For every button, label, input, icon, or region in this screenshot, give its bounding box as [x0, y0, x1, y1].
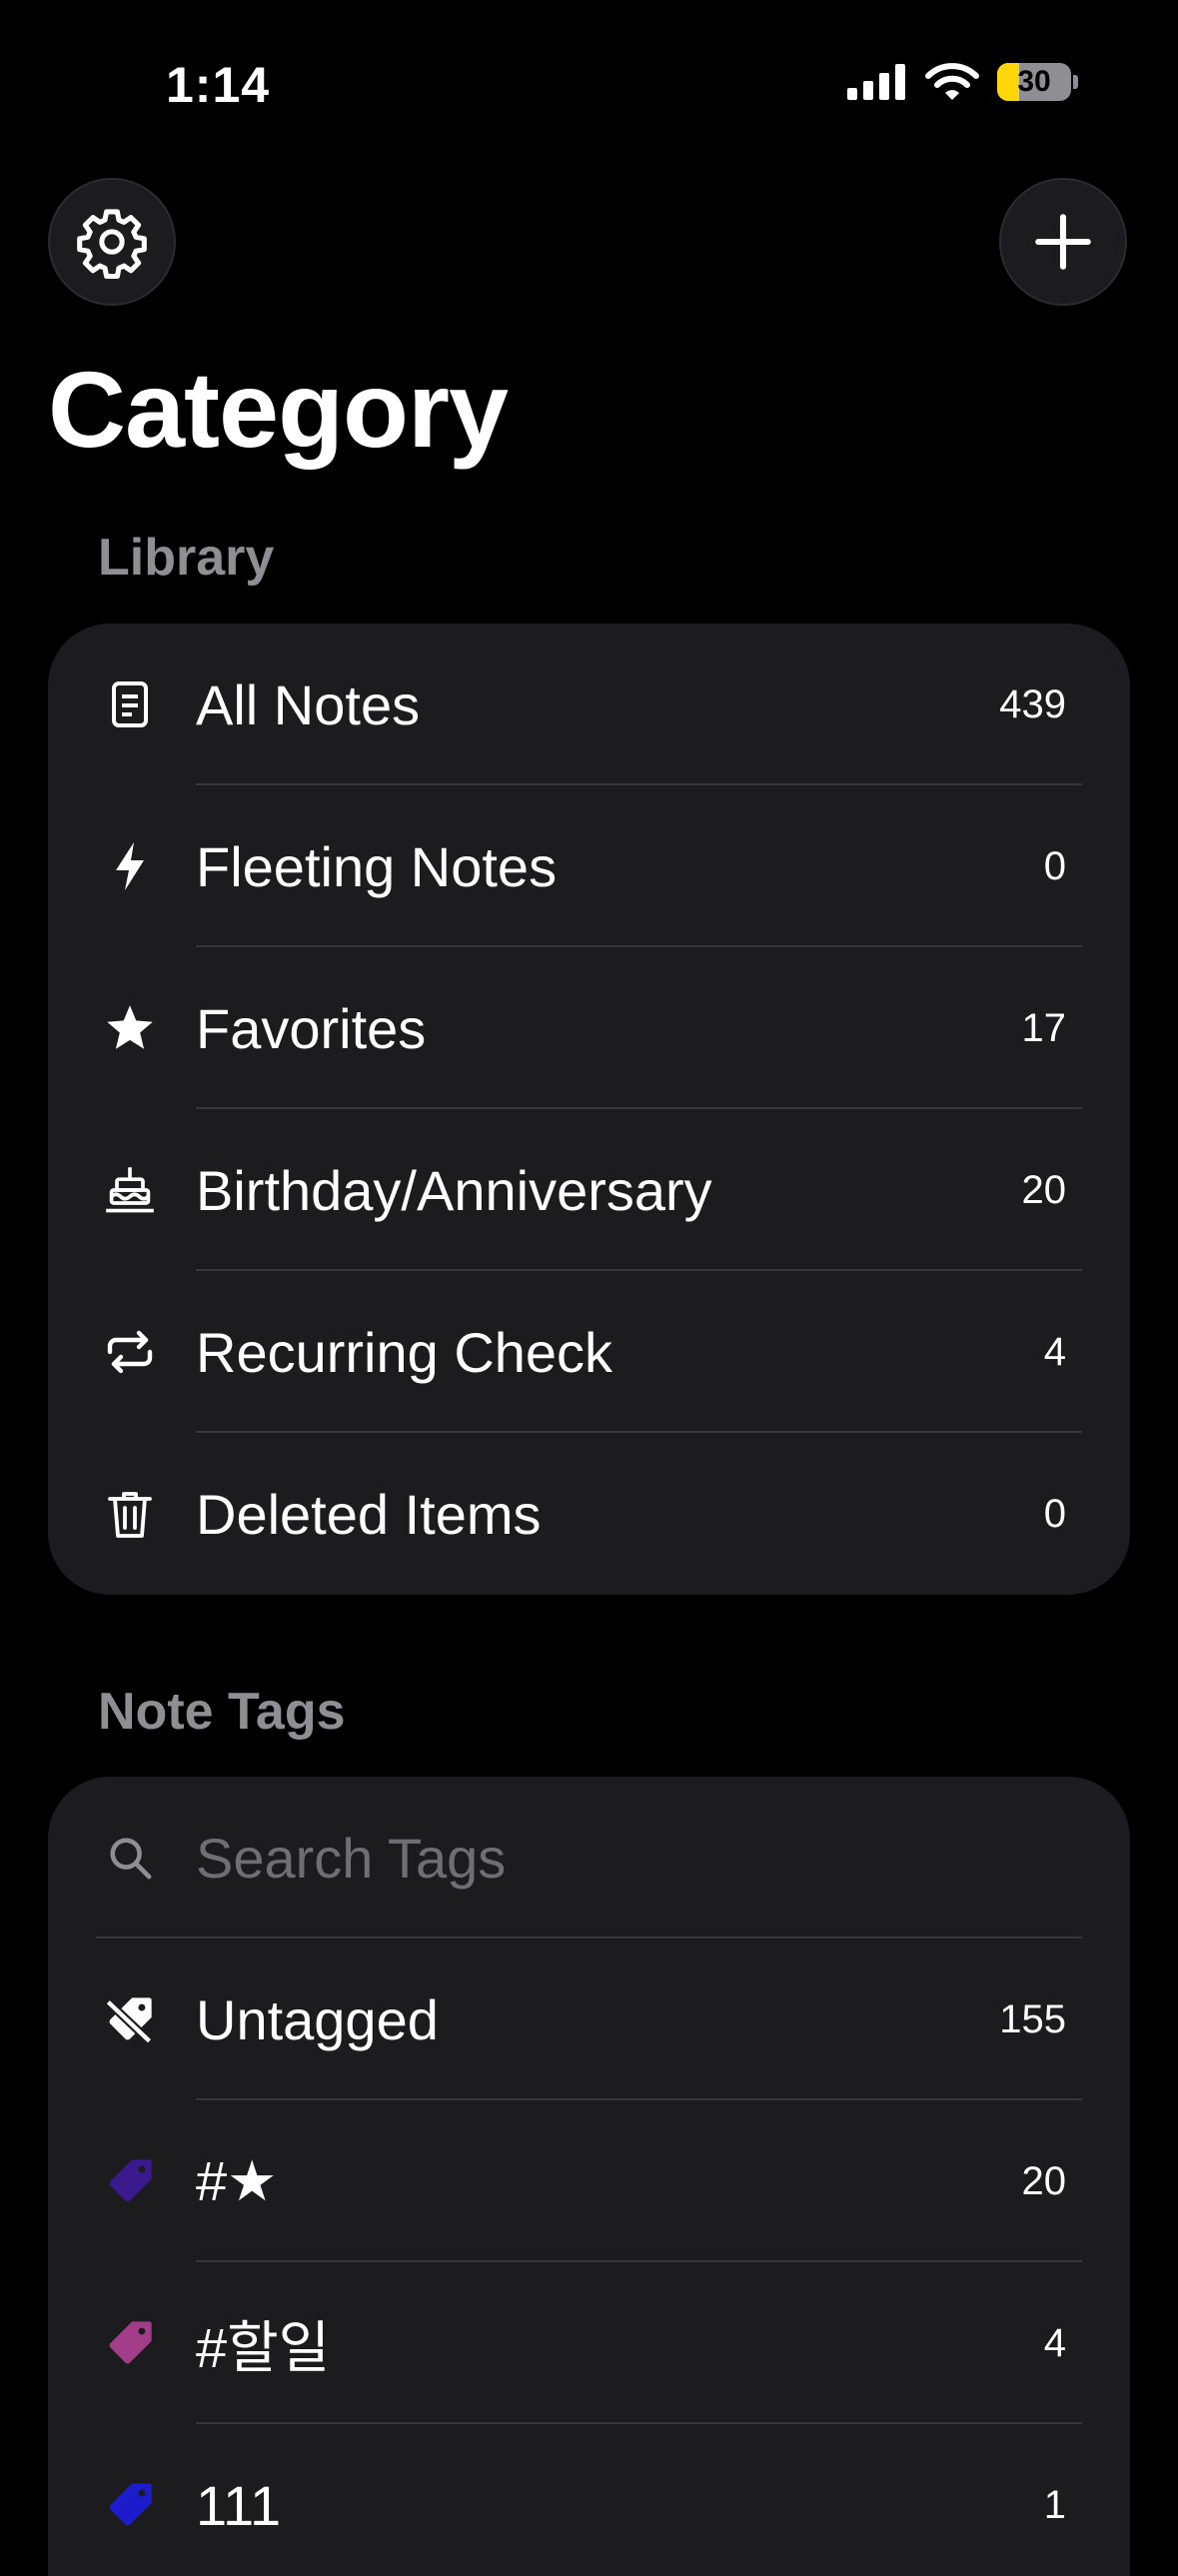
list-item-count: 20 — [1021, 1167, 1067, 1212]
tag-icon — [104, 2479, 156, 2531]
page-title: Category — [48, 349, 509, 470]
list-item-label: 111 — [196, 2473, 282, 2537]
search-icon — [104, 1832, 156, 1884]
library-item-deleted-items[interactable]: Deleted Items 0 — [48, 1433, 1130, 1595]
note-icon — [104, 678, 156, 730]
tag-item[interactable]: #할일 4 — [48, 2262, 1130, 2424]
list-item-count: 1 — [1043, 2482, 1066, 2527]
library-item-birthday-anniversary[interactable]: Birthday/Anniversary 20 — [48, 1109, 1130, 1271]
plus-icon — [1035, 214, 1091, 270]
list-item-count: 439 — [999, 681, 1066, 726]
library-item-all-notes[interactable]: All Notes 439 — [48, 624, 1130, 785]
tag-icon — [104, 2317, 156, 2369]
list-item-label: Fleeting Notes — [196, 834, 558, 898]
list-item-label: #할일 — [196, 2315, 331, 2379]
library-item-favorites[interactable]: Favorites 17 — [48, 947, 1130, 1109]
library-item-recurring-check[interactable]: Recurring Check 4 — [48, 1271, 1130, 1433]
battery-percentage: 30 — [1017, 65, 1051, 98]
list-item-count: 0 — [1043, 1491, 1066, 1536]
tag-icon — [104, 2155, 156, 2207]
note-tags-list: Search Tags Untagged 155 #★ 20 #할일 4 111… — [48, 1777, 1130, 2576]
list-item-label: All Notes — [196, 672, 421, 736]
note-tags-section-header: Note Tags — [98, 1683, 346, 1741]
bolt-icon — [104, 840, 156, 892]
list-item-count: 17 — [1021, 1005, 1067, 1050]
gear-icon — [77, 209, 147, 280]
repeat-icon — [104, 1326, 156, 1378]
library-list: All Notes 439 Fleeting Notes 0 Favorites… — [48, 624, 1130, 1595]
list-item-count: 0 — [1043, 843, 1066, 888]
tag-item[interactable]: 111 1 — [48, 2424, 1130, 2576]
trash-icon — [104, 1488, 156, 1540]
list-item-count: 155 — [999, 1996, 1066, 2041]
untagged-icon — [104, 1993, 156, 2045]
list-item-label: Untagged — [196, 1987, 439, 2051]
status-bar: 1:14 30 — [0, 0, 1178, 170]
tag-item[interactable]: #★ 20 — [48, 2100, 1130, 2262]
list-item-count: 4 — [1043, 2320, 1066, 2365]
list-item-count: 4 — [1043, 1329, 1066, 1374]
status-time: 1:14 — [166, 57, 271, 113]
library-item-fleeting-notes[interactable]: Fleeting Notes 0 — [48, 785, 1130, 947]
list-item-label: Recurring Check — [196, 1320, 613, 1384]
battery-indicator: 30 — [997, 63, 1071, 101]
library-section-header: Library — [98, 529, 275, 587]
star-icon — [104, 1002, 156, 1054]
wifi-icon — [925, 63, 979, 100]
list-item-count: 20 — [1021, 2158, 1067, 2203]
list-item-label: Birthday/Anniversary — [196, 1158, 712, 1222]
list-item-label: Favorites — [196, 996, 427, 1060]
cellular-signal-icon — [847, 64, 905, 100]
list-item-label: Deleted Items — [196, 1482, 542, 1546]
settings-button[interactable] — [48, 178, 176, 306]
list-item-label: #★ — [196, 2149, 278, 2212]
battery-tip — [1073, 75, 1078, 89]
cake-icon — [104, 1164, 156, 1216]
tag-search-field[interactable]: Search Tags — [48, 1777, 1130, 1938]
search-input-placeholder: Search Tags — [196, 1826, 507, 1890]
status-icons: 30 — [847, 62, 1078, 102]
add-button[interactable] — [999, 178, 1127, 306]
tag-item-untagged[interactable]: Untagged 155 — [48, 1938, 1130, 2100]
